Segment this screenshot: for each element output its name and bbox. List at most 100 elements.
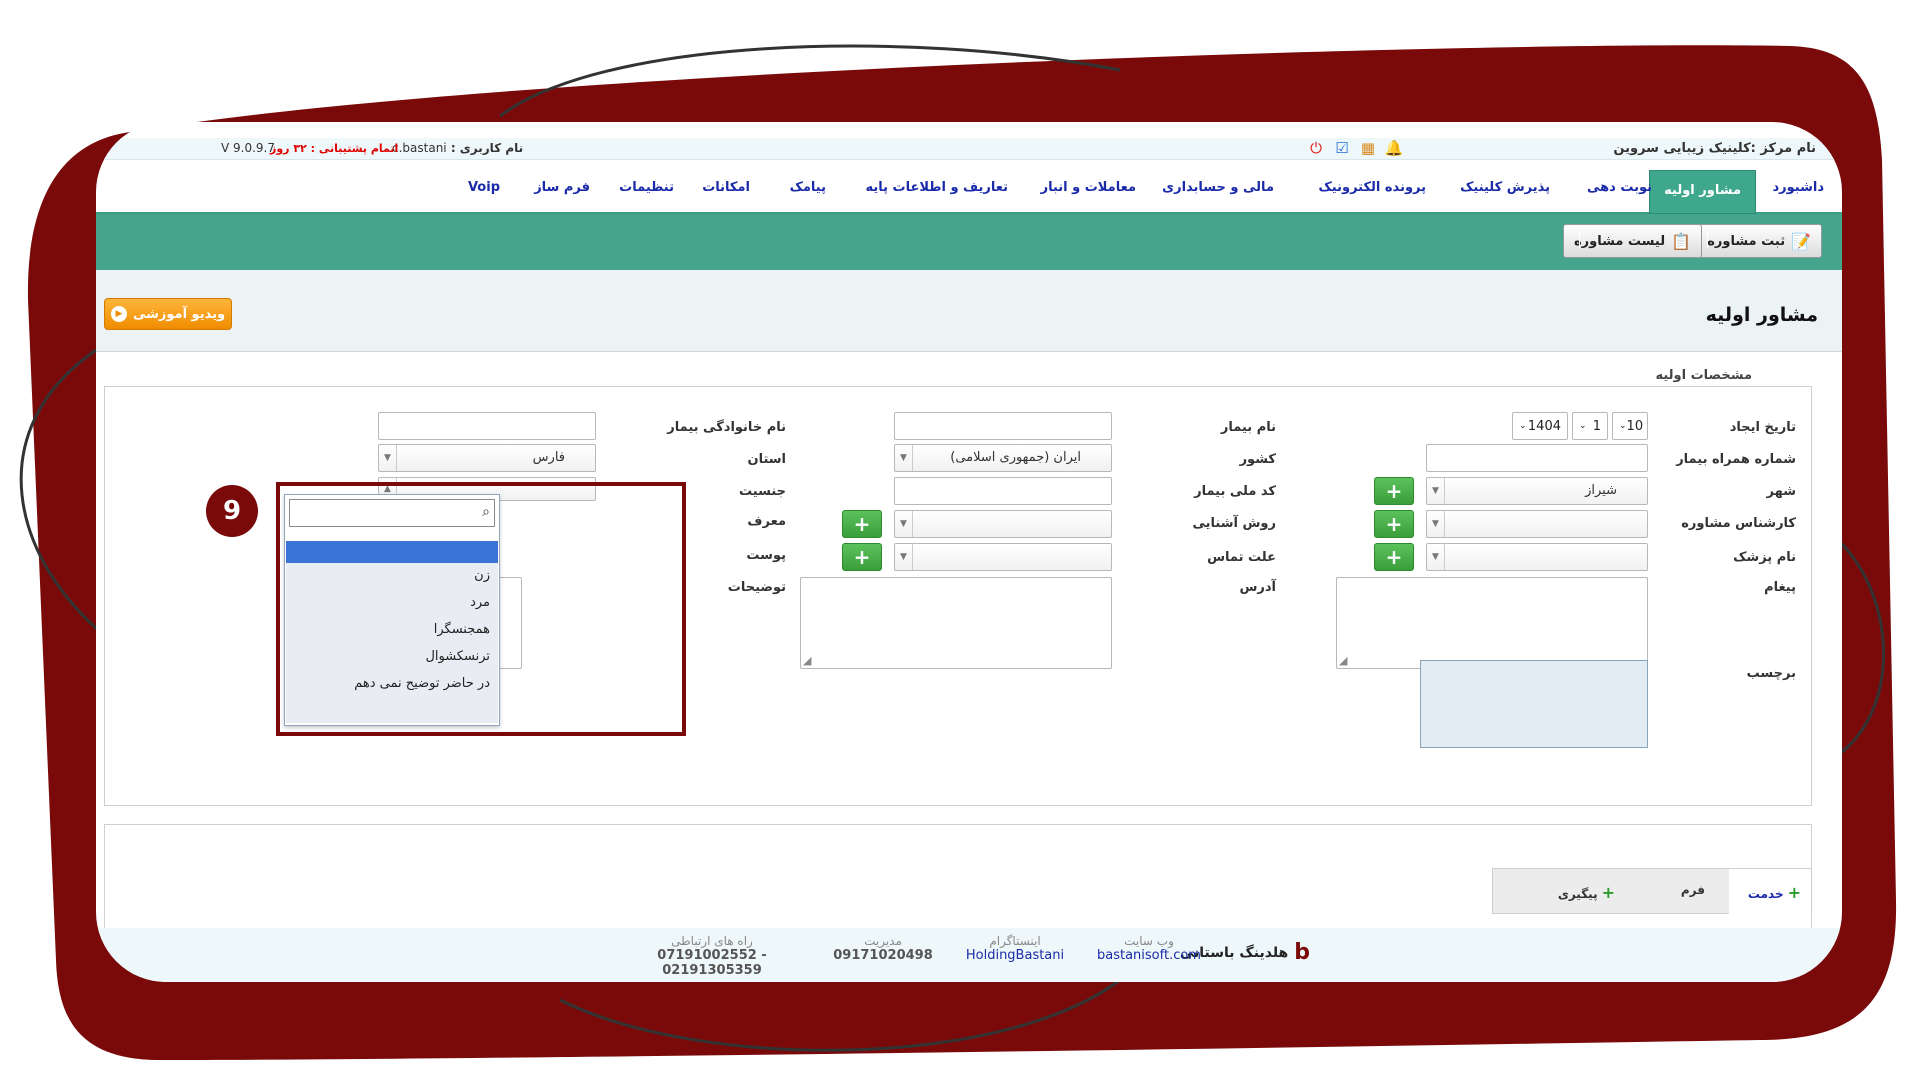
tab-followup[interactable]: +پیگیری <box>1558 883 1615 902</box>
basic-info-legend: مشخصات اولیه <box>1649 368 1758 383</box>
nav-features[interactable]: امکانات <box>702 180 750 195</box>
chevron-down-icon: ⌄ <box>1519 421 1527 431</box>
referrer-label: معرف <box>747 514 786 529</box>
date-year-select[interactable]: ⌄ 1404 <box>1512 412 1568 440</box>
city-select[interactable]: شیراز ▼ <box>1426 477 1648 505</box>
user-info: نام کاربری : c.bastani <box>392 141 523 155</box>
instagram-link[interactable]: HoldingBastani <box>960 948 1070 963</box>
step-number-badge: 9 <box>206 485 258 537</box>
video-tutorial-label: ویدیو آموزشی <box>132 306 226 322</box>
chevron-down-icon: ▼ <box>379 445 397 471</box>
add-doctor-button[interactable]: + <box>1374 543 1414 571</box>
patient-mobile-label: شماره همراه بیمار <box>1676 452 1796 467</box>
add-city-button[interactable]: + <box>1374 477 1414 505</box>
version: V 9.0.9.7 <box>221 141 276 155</box>
nav-definitions[interactable]: تعاریف و اطلاعات پایه <box>865 180 1008 195</box>
nav-clinic-reception[interactable]: پذیرش کلینیک <box>1460 180 1550 195</box>
national-code-input[interactable] <box>894 477 1112 505</box>
add-consultant-button[interactable]: + <box>1374 510 1414 538</box>
consultant-select[interactable]: ▼ <box>1426 510 1648 538</box>
chevron-down-icon: ⌄ <box>1579 421 1587 431</box>
message-label: پیغام <box>1764 580 1796 595</box>
nav-finance[interactable]: مالی و حسابداری <box>1162 180 1274 195</box>
chevron-down-icon: ▼ <box>1427 478 1445 504</box>
support-expiry: اتمام پشتیبانی : ۳۲ روز <box>270 142 399 155</box>
website-link[interactable]: bastanisoft.com <box>1094 948 1204 963</box>
video-tutorial-button[interactable]: ویدیو آموزشی ▶ <box>104 298 232 330</box>
management-caption: مدیریت <box>864 934 902 948</box>
page-title: مشاور اولیه <box>1705 304 1818 326</box>
bell-icon[interactable]: 🔔 <box>1384 138 1404 158</box>
tab-service-label: خدمت <box>1747 887 1784 901</box>
address-label: آدرس <box>1239 580 1276 595</box>
date-year-value: 1404 <box>1527 418 1561 434</box>
clipboard-icon: 📋 <box>1671 231 1691 251</box>
date-day-select[interactable]: ⌄ 10 <box>1612 412 1648 440</box>
footer-instagram: اینستاگرام HoldingBastani <box>960 934 1070 963</box>
power-icon[interactable]: ⏻ <box>1306 138 1326 158</box>
nav-form-builder[interactable]: فرم ساز <box>534 180 590 195</box>
nav-settings[interactable]: تنظیمات <box>619 180 674 195</box>
add-contact-reason-button[interactable]: + <box>842 543 882 571</box>
app-window: نام مرکز :کلینیک زیبایی سروین ⏻ ☑ ▦ 🔔 نا… <box>96 122 1842 982</box>
nav-sms[interactable]: پیامک <box>790 180 826 195</box>
nav-trade-warehouse[interactable]: معاملات و انبار <box>1041 180 1136 195</box>
play-icon: ▶ <box>110 306 127 322</box>
tab-service[interactable]: +خدمت <box>1729 869 1811 915</box>
patient-mobile-input[interactable] <box>1426 444 1648 472</box>
message-textarea[interactable]: ◢ <box>1336 577 1648 669</box>
footer: b هلدینگ باستانی وب سایت bastanisoft.com… <box>96 928 1842 982</box>
register-consult-button[interactable]: 📝 ثبت مشاوره <box>1696 224 1822 258</box>
tag-box[interactable] <box>1420 660 1648 748</box>
contact-reason-select[interactable]: ▼ <box>894 543 1112 571</box>
resize-grip-icon: ◢ <box>803 654 812 667</box>
toolbar: 📝 ثبت مشاوره 📋 لیست مشاوره <box>96 214 1842 270</box>
add-acquaint-button[interactable]: + <box>842 510 882 538</box>
management-phone: 09171020498 <box>833 948 933 963</box>
calendar-check-icon[interactable]: ☑ <box>1332 138 1352 158</box>
consultant-label: کارشناس مشاوره <box>1681 516 1796 531</box>
chevron-down-icon: ▼ <box>895 511 913 537</box>
consult-list-button[interactable]: 📋 لیست مشاوره <box>1562 224 1702 258</box>
calendar-icon[interactable]: ▦ <box>1358 138 1378 158</box>
date-month-select[interactable]: ⌄ 1 <box>1572 412 1608 440</box>
main-nav: داشبورد مشاور اولیه نوبت دهی پذیرش کلینی… <box>96 170 1842 214</box>
title-band: مشاور اولیه ویدیو آموزشی ▶ <box>96 270 1842 352</box>
nav-dashboard[interactable]: داشبورد <box>1772 180 1824 195</box>
date-month-value: 1 <box>1592 418 1601 434</box>
brand-logo-icon: b <box>1294 940 1310 965</box>
acquaint-method-select[interactable]: ▼ <box>894 510 1112 538</box>
address-textarea[interactable]: ◢ <box>800 577 1112 669</box>
patient-name-input[interactable] <box>894 412 1112 440</box>
patient-name-label: نام بیمار <box>1220 420 1276 435</box>
city-label: شهر <box>1766 484 1796 499</box>
toolbar-separator <box>1579 232 1580 248</box>
nav-appointments[interactable]: نوبت دهی <box>1587 180 1652 195</box>
city-value: شیراز <box>1585 483 1617 498</box>
center-name: نام مرکز :کلینیک زیبایی سروین <box>1613 141 1816 156</box>
nav-voip[interactable]: Voip <box>468 180 500 195</box>
plus-icon: + <box>1601 883 1615 902</box>
resize-grip-icon: ◢ <box>1339 654 1348 667</box>
tab-form[interactable]: فرم <box>1681 883 1705 897</box>
footer-website: وب سایت bastanisoft.com <box>1094 934 1204 963</box>
nav-initial-consultant[interactable]: مشاور اولیه <box>1649 170 1756 214</box>
website-caption: وب سایت <box>1124 934 1174 948</box>
plus-icon: + <box>1385 512 1403 536</box>
chevron-down-icon: ⌄ <box>1619 421 1627 431</box>
province-value: فارس <box>532 450 565 465</box>
gender-label: جنسیت <box>739 484 786 499</box>
country-select[interactable]: ایران (جمهوری اسلامی) ▼ <box>894 444 1112 472</box>
chevron-down-icon: ▼ <box>895 445 913 471</box>
family-name-input[interactable] <box>378 412 596 440</box>
notes-label: توضیحات <box>727 580 786 595</box>
plus-icon: + <box>853 545 871 569</box>
province-select[interactable]: فارس ▼ <box>378 444 596 472</box>
country-label: کشور <box>1239 452 1276 467</box>
register-consult-label: ثبت مشاوره <box>1707 233 1786 249</box>
doctor-select[interactable]: ▼ <box>1426 543 1648 571</box>
nav-electronic-record[interactable]: پرونده الکترونیک <box>1318 180 1426 195</box>
contacts-caption: راه های ارتباطی <box>671 934 753 948</box>
tab-form-label: فرم <box>1680 883 1705 897</box>
tab-followup-label: پیگیری <box>1557 887 1598 901</box>
